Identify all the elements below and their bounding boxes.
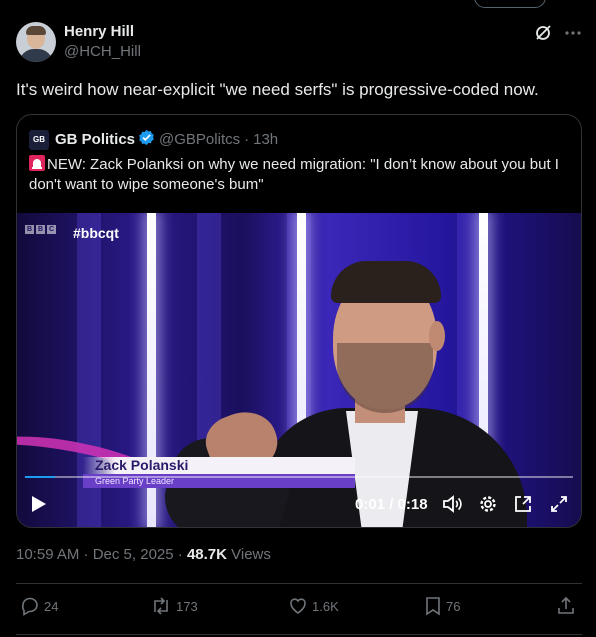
quoted-post[interactable]: GB GB Politics @GBPolitcs · 13h NEW: Zac… (16, 114, 582, 528)
share-button[interactable] (556, 596, 576, 616)
repost-button[interactable]: 173 (150, 596, 198, 616)
caption-lower-third: Zack Polanski Green Party Leader (83, 457, 355, 491)
quote-timestamp[interactable]: 13h (253, 131, 278, 148)
views-label: Views (226, 546, 271, 563)
video-controls: 0:01 / 0:18 (17, 489, 581, 519)
divider-bottom (16, 634, 582, 635)
bookmark-count: 76 (446, 598, 461, 614)
post-author: Henry Hill @HCH_Hill (16, 22, 141, 62)
video-time: 0:01 / 0:18 (355, 496, 428, 513)
quote-author-handle[interactable]: @GBPolitcs (159, 131, 240, 148)
quote-text-container: NEW: Zack Polanksi on why we need migrat… (29, 155, 575, 195)
views-count: 48.7K (186, 546, 227, 563)
siren-icon (29, 155, 45, 171)
settings-gear-icon[interactable] (479, 495, 497, 518)
avatar[interactable] (16, 22, 56, 62)
bbc-logo: BBC (25, 225, 56, 234)
bookmark-icon (426, 597, 440, 616)
video-hashtag: #bbcqt (73, 225, 119, 241)
heart-icon (290, 598, 306, 614)
divider (16, 583, 582, 584)
fullscreen-icon[interactable] (550, 495, 568, 518)
post-text: It's weird how near-explicit "we need se… (16, 80, 539, 99)
share-icon (558, 596, 574, 614)
author-handle[interactable]: @HCH_Hill (64, 42, 141, 62)
volume-icon[interactable] (442, 495, 462, 518)
video-player[interactable]: BBC #bbcqt Zack Polanski Green Party Lea… (17, 213, 581, 527)
like-count: 1.6K (312, 598, 339, 614)
repost-count: 173 (176, 598, 198, 614)
quote-text: NEW: Zack Polanksi on why we need migrat… (29, 156, 559, 193)
repost-icon (154, 597, 168, 615)
caption-name: Zack Polanski (83, 457, 355, 474)
author-name[interactable]: Henry Hill (64, 22, 141, 42)
reply-icon (21, 597, 38, 616)
more-options-icon[interactable] (564, 24, 582, 42)
video-progress-bar[interactable] (25, 476, 573, 478)
grok-icon[interactable] (534, 24, 552, 42)
bookmark-button[interactable]: 76 (424, 596, 460, 616)
reply-count: 24 (44, 598, 59, 614)
gb-politics-logo: GB (29, 129, 49, 150)
action-bar: 24 173 1.6K 76 (16, 596, 582, 620)
verified-badge-icon (138, 129, 155, 150)
post-timestamp[interactable]: 10:59 AM · Dec 5, 2025 · (16, 546, 187, 563)
quote-separator: · (244, 131, 250, 148)
reply-button[interactable]: 24 (20, 596, 58, 616)
play-icon[interactable] (31, 495, 47, 518)
top-pill-button[interactable] (474, 0, 546, 8)
quote-author-name[interactable]: GB Politics (55, 131, 135, 148)
picture-in-picture-icon[interactable] (514, 495, 532, 518)
post-metadata: 10:59 AM · Dec 5, 2025 · 48.7K Views (16, 546, 271, 563)
like-button[interactable]: 1.6K (288, 596, 339, 616)
